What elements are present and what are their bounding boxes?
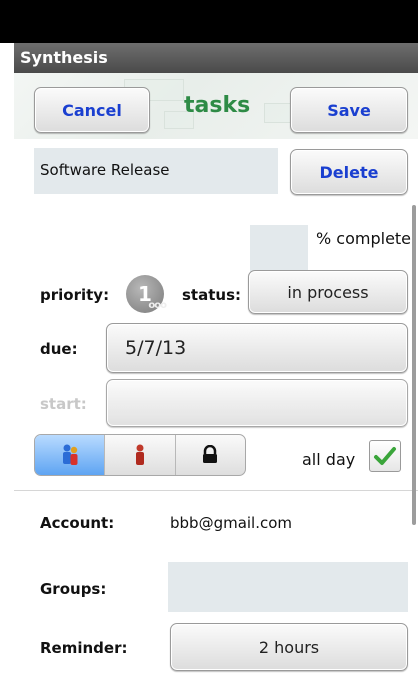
priority-icon[interactable]: 1 ooo [126, 275, 167, 313]
lock-icon [203, 445, 218, 463]
segment-private[interactable] [176, 435, 245, 475]
checkmark-icon [374, 447, 396, 465]
start-label: start: [40, 395, 87, 413]
person-icon [135, 444, 144, 465]
task-editor: Cancel tasks Save Software Release Delet… [14, 73, 418, 673]
priority-label: priority: [40, 286, 110, 304]
more-dots-icon: ooo [148, 300, 167, 311]
people-icon [62, 444, 78, 465]
visibility-segmented-control [34, 434, 246, 476]
app-titlebar: Synthesis [14, 43, 418, 73]
save-button[interactable]: Save [290, 87, 408, 133]
cancel-button[interactable]: Cancel [34, 87, 150, 133]
percent-complete-label: % complete [316, 229, 412, 248]
due-label: due: [40, 340, 78, 358]
account-label: Account: [40, 514, 115, 532]
delete-button[interactable]: Delete [290, 149, 408, 195]
groups-label: Groups: [40, 580, 107, 598]
task-name-field[interactable]: Software Release [34, 148, 278, 194]
account-value: bbb@gmail.com [170, 514, 293, 532]
due-date-button[interactable]: 5/7/13 [106, 323, 408, 373]
start-date-button[interactable] [106, 379, 408, 427]
scrollbar[interactable] [412, 205, 416, 525]
app-name: Synthesis [20, 48, 108, 67]
reminder-select[interactable]: 2 hours [170, 623, 408, 671]
page-title: tasks [184, 93, 251, 118]
status-bar [0, 0, 418, 43]
all-day-label: all day [302, 450, 356, 469]
segment-people[interactable] [35, 435, 106, 475]
percent-complete-input[interactable] [250, 225, 308, 273]
status-label: status: [182, 286, 241, 304]
status-select[interactable]: in process [248, 270, 408, 314]
all-day-checkbox[interactable] [369, 440, 401, 472]
section-divider [14, 490, 418, 491]
segment-person[interactable] [105, 435, 176, 475]
groups-field[interactable] [168, 562, 408, 612]
reminder-label: Reminder: [40, 639, 128, 657]
task-name-value: Software Release [40, 161, 170, 179]
